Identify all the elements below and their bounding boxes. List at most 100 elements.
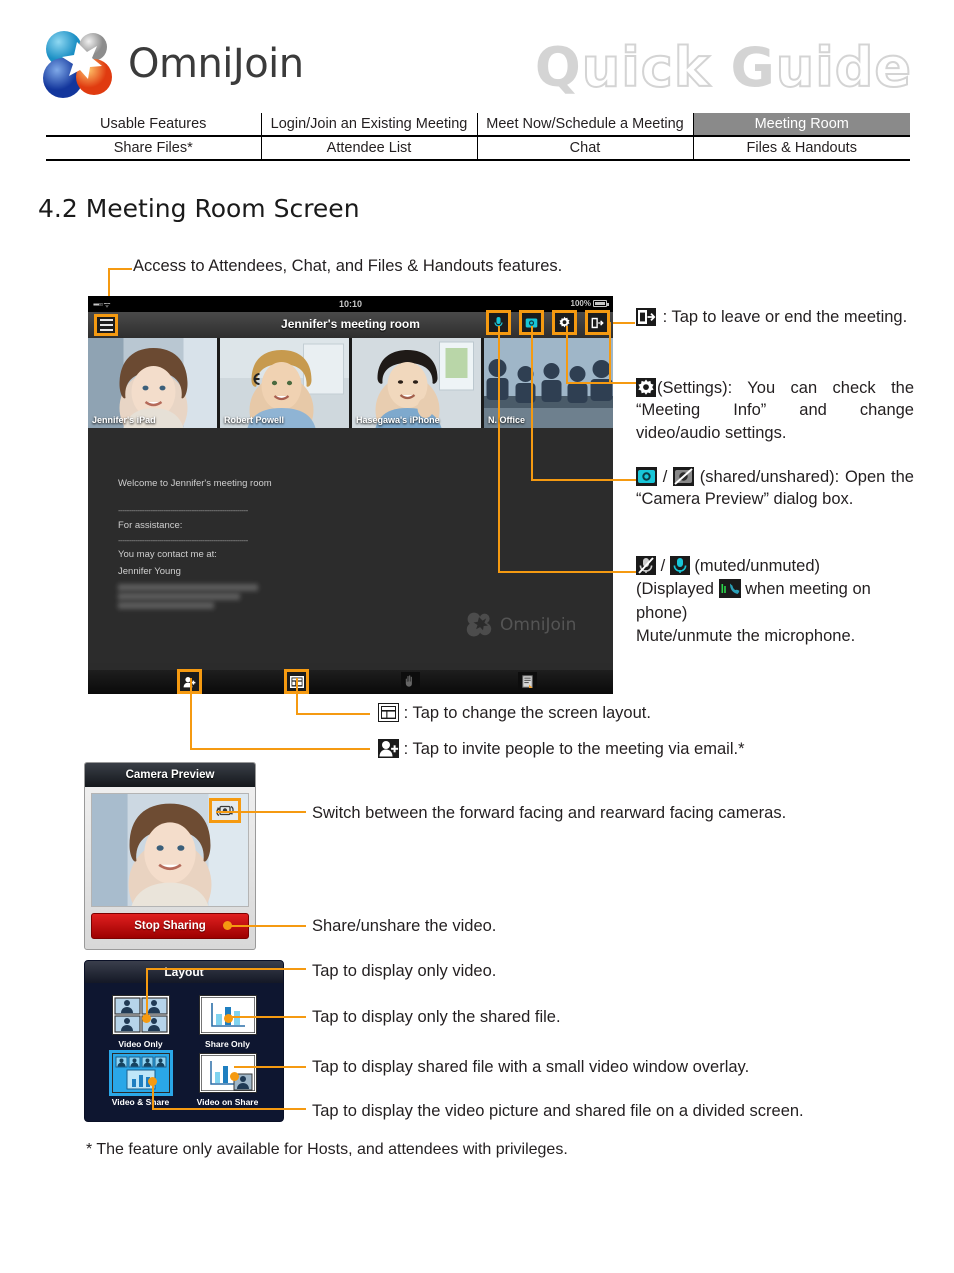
leader-share-video [228, 925, 306, 927]
leader-share-only-h [228, 1016, 306, 1018]
nav-row-primary: Usable Features Login/Join an Existing M… [46, 113, 910, 137]
settings-gear-icon[interactable] [552, 310, 577, 335]
layout-option-video-and-share[interactable]: Video & Share [99, 1050, 182, 1107]
camera-preview-title: Camera Preview [85, 763, 255, 787]
nav-item-files-handouts[interactable]: Files & Handouts [692, 136, 910, 161]
message-redacted-contact [118, 583, 258, 609]
nav-item-attendee-list[interactable]: Attendee List [260, 136, 477, 161]
video-and-share-icon [108, 1050, 173, 1096]
callout-invite: : Tap to invite people to the meeting vi… [378, 738, 838, 760]
callout-mic-line2: (Displayed when meeting on phone) [636, 579, 871, 622]
callout-microphone: / (muted/unmuted) (Displayed when meetin… [636, 555, 926, 649]
callout-camera: / (shared/unshared): Open the “Camera Pr… [636, 467, 914, 509]
message-separator: ----------------------------------------… [118, 506, 248, 516]
gear-icon [636, 378, 656, 397]
leader-layout-h [296, 713, 370, 715]
layout-option-video-only[interactable]: Video Only [99, 995, 182, 1049]
layout-option-label: Video on Share [196, 1097, 259, 1107]
callout-layout-change: : Tap to change the screen layout. [378, 702, 798, 724]
leader-video-only-v [146, 968, 148, 1018]
omnijoin-watermark-icon [466, 612, 492, 637]
participant-tile[interactable]: Robert Powell [220, 338, 349, 428]
layout-icon [378, 703, 399, 722]
nav-item-login-join[interactable]: Login/Join an Existing Meeting [260, 113, 477, 137]
message-host-name: Jennifer Young [118, 565, 181, 577]
quick-guide-q: Q [534, 36, 582, 99]
meeting-bottom-toolbar [88, 669, 613, 694]
nav-item-meet-now[interactable]: Meet Now/Schedule a Meeting [476, 113, 693, 137]
nav-item-meeting-room[interactable]: Meeting Room [692, 113, 910, 137]
camera-shared-icon [636, 467, 657, 486]
mic-muted-icon [636, 556, 656, 575]
layout-dialog: Layout Video Only Share Only Video & Sha… [84, 960, 284, 1122]
quick-guide-g: G [730, 36, 776, 99]
leader-video-on-share-h [234, 1066, 306, 1068]
callout-switch-camera: Switch between the forward facing and re… [312, 804, 787, 822]
leader-settings-v [609, 322, 611, 382]
callout-mic-line1: / (muted/unmuted) [636, 555, 926, 578]
leave-meeting-icon[interactable] [585, 310, 610, 335]
callout-video-and-share: Tap to display the video picture and sha… [312, 1102, 804, 1120]
layout-options-grid: Video Only Share Only Video & Share Vide… [85, 983, 283, 1119]
hamburger-menu-icon[interactable] [94, 314, 118, 336]
layout-option-label: Video Only [118, 1039, 163, 1049]
leader-invite-h [190, 748, 370, 750]
tablet-screenshot: ▪▪▪▫▫ ᯤ 10:10 100% Jennifer's meeting ro… [88, 296, 613, 694]
leader-layout-v [296, 678, 298, 713]
status-battery: 100% [571, 299, 609, 308]
layout-option-label: Share Only [205, 1039, 250, 1049]
callout-mic-line3: Mute/unmute the microphone. [636, 627, 856, 646]
camera-unshared-icon [673, 467, 695, 486]
leader-video-and-share-v [152, 1081, 154, 1108]
nav-row-secondary: Share Files* Attendee List Chat Files & … [46, 136, 910, 161]
leader-leave [613, 322, 635, 324]
quick-guide-uide: uide [775, 35, 912, 100]
callout-video-on-share: Tap to display shared file with a small … [312, 1058, 750, 1076]
battery-icon [593, 300, 609, 307]
leader-camera-h [531, 479, 636, 481]
leader-invite-v [190, 678, 192, 748]
status-time: 10:10 [338, 299, 363, 309]
leader-video-and-share-h [152, 1108, 306, 1110]
message-separator: ----------------------------------------… [118, 535, 248, 545]
leader-mic-v [498, 326, 500, 571]
leader-settings-up [566, 326, 568, 382]
phone-meeting-icon [718, 579, 741, 599]
callout-share-video: Share/unshare the video. [312, 917, 497, 935]
nav-item-share-files[interactable]: Share Files* [46, 136, 261, 161]
participant-name: Hasegawa's iPhone [356, 415, 440, 425]
leader-menu-h [108, 268, 132, 270]
leader-mic-h [498, 571, 636, 573]
callout-settings: (Settings): You can check the “Meeting I… [636, 378, 914, 442]
message-assistance: For assistance: [118, 519, 183, 531]
mic-unmuted-icon [669, 556, 690, 575]
ios-status-bar: ▪▪▪▫▫ ᯤ 10:10 100% [88, 296, 613, 312]
participant-name: Robert Powell [224, 415, 285, 425]
anchor-dot-video-on-share [230, 1072, 239, 1081]
meeting-toolbar [486, 310, 610, 335]
nav-item-chat[interactable]: Chat [476, 136, 693, 161]
participant-video-grid: Jennifer's iPad Robert Powell Hasegawa's… [88, 338, 613, 428]
brand-logo: OmniJoin [40, 28, 304, 100]
meeting-message: Welcome to Jennifer's meeting room -----… [118, 476, 272, 609]
layout-dialog-title: Layout [85, 961, 283, 983]
omnijoin-watermark: OmniJoin [466, 612, 576, 637]
participant-name: Jennifer's iPad [92, 415, 156, 425]
page-header: OmniJoin Quick Guide [0, 0, 954, 112]
participant-tile[interactable]: Hasegawa's iPhone [352, 338, 481, 428]
invite-person-icon [378, 739, 399, 758]
layout-option-label: Video & Share [111, 1097, 170, 1107]
quick-guide-uick: uick [581, 35, 711, 100]
leader-settings-h [566, 382, 636, 384]
nav-table: Usable Features Login/Join an Existing M… [46, 113, 910, 161]
video-on-share-icon [198, 1053, 257, 1093]
watermark-text: OmniJoin [500, 614, 577, 635]
layout-option-video-on-share[interactable]: Video on Share [186, 1053, 269, 1107]
brand-name: OmniJoin [128, 41, 304, 87]
nav-item-usable-features[interactable]: Usable Features [46, 113, 261, 137]
notes-icon[interactable] [518, 672, 537, 691]
quick-guide-title: Quick Guide [534, 35, 912, 100]
participant-tile[interactable]: Jennifer's iPad [88, 338, 217, 428]
pointer-hand-icon[interactable] [401, 672, 420, 691]
callout-share-only: Tap to display only the shared file. [312, 1008, 561, 1026]
